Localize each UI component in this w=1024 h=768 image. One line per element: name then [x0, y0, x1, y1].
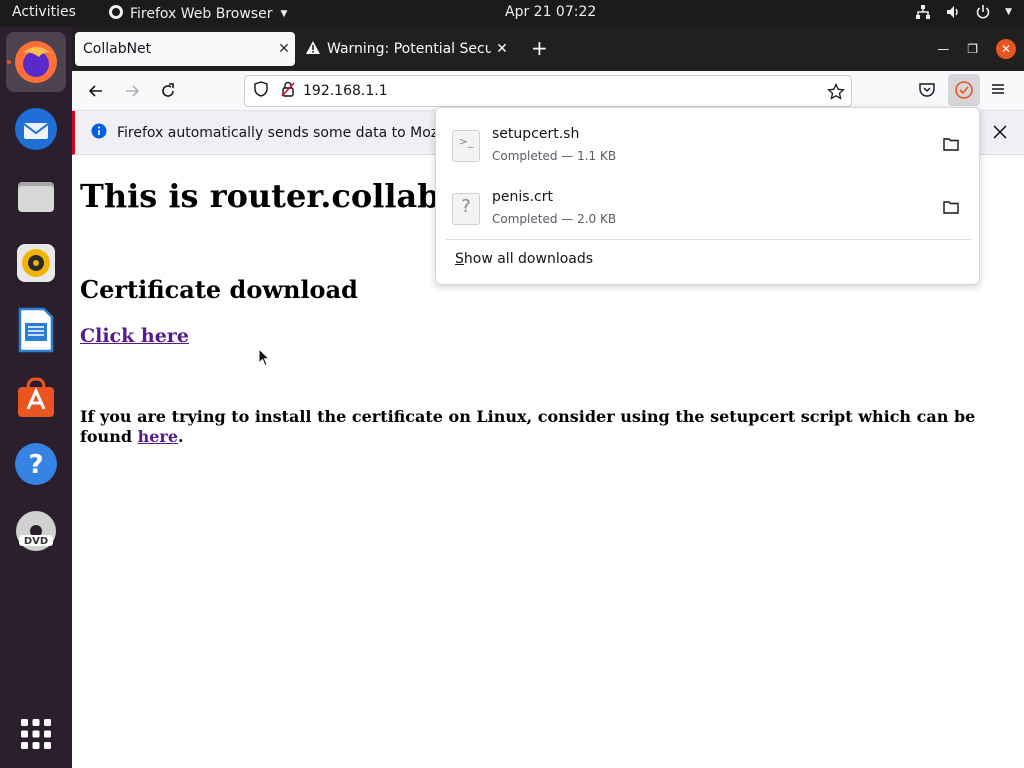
- clock[interactable]: Apr 21 07:22: [505, 4, 596, 20]
- bookmark-star-icon[interactable]: [827, 82, 845, 105]
- firefox-small-icon: [108, 4, 124, 24]
- gnome-top-bar: Activities Firefox Web Browser ▼ Apr 21 …: [0, 0, 1024, 27]
- running-indicator: [7, 60, 11, 64]
- show-all-label: how all downloads: [463, 251, 594, 267]
- tab-collabnet[interactable]: CollabNet ✕: [75, 32, 295, 66]
- dock-software-center[interactable]: [6, 367, 66, 427]
- download-filename: penis.crt: [492, 189, 553, 205]
- ubuntu-dock: ? DVD: [0, 27, 72, 768]
- url-bar[interactable]: 192.168.1.1: [244, 75, 852, 107]
- mouse-cursor-icon: [258, 347, 271, 371]
- info-icon: [91, 123, 107, 143]
- app-menu[interactable]: Firefox Web Browser ▼: [108, 4, 287, 24]
- activities-button[interactable]: Activities: [12, 4, 76, 20]
- certificate-download-link[interactable]: Click here: [80, 325, 189, 347]
- linux-install-note: If you are trying to install the certifi…: [80, 407, 1000, 447]
- url-text[interactable]: 192.168.1.1: [303, 83, 388, 99]
- app-menu-button[interactable]: [990, 81, 1006, 101]
- back-button[interactable]: [86, 81, 106, 101]
- system-tray[interactable]: ▼: [915, 4, 1012, 20]
- open-folder-icon[interactable]: [943, 136, 959, 155]
- script-file-icon: >_: [452, 130, 480, 162]
- dock-rhythmbox[interactable]: [6, 233, 66, 293]
- download-status: Completed — 2.0 KB: [492, 212, 617, 226]
- caret-down-icon: ▼: [1005, 7, 1012, 17]
- download-item[interactable]: ? penis.crt Completed — 2.0 KB: [436, 179, 979, 237]
- writer-icon: [18, 307, 54, 353]
- back-arrow-icon: [88, 85, 102, 97]
- tab-warning[interactable]: Warning: Potential Securi ✕: [299, 32, 513, 66]
- tab-bar: CollabNet ✕ Warning: Potential Securi ✕ …: [72, 27, 1024, 71]
- dock-firefox[interactable]: [6, 32, 66, 92]
- downloads-panel: >_ setupcert.sh Completed — 1.1 KB ? pen…: [435, 107, 980, 285]
- dock-dvd[interactable]: DVD: [6, 501, 66, 561]
- dock-files[interactable]: [6, 166, 66, 226]
- reload-button[interactable]: [158, 81, 178, 101]
- reload-icon: [162, 83, 174, 97]
- caret-down-icon: ▼: [280, 9, 288, 19]
- dock-help[interactable]: ?: [6, 434, 66, 494]
- tab-title: Warning: Potential Securi: [327, 41, 491, 57]
- page-heading: This is router.collab: [80, 177, 440, 215]
- dvd-icon: DVD: [16, 511, 56, 551]
- volume-icon: [945, 4, 961, 20]
- software-center-icon: [18, 377, 54, 417]
- app-grid-icon: [21, 719, 51, 749]
- help-icon: ?: [15, 443, 57, 485]
- warning-icon: [305, 40, 321, 59]
- new-tab-button[interactable]: +: [531, 38, 548, 58]
- power-icon: [975, 4, 991, 20]
- download-filename: setupcert.sh: [492, 126, 580, 142]
- downloads-button[interactable]: [948, 74, 980, 106]
- notification-text: Firefox automatically sends some data to…: [117, 124, 437, 141]
- insecure-lock-icon[interactable]: [281, 81, 295, 101]
- firefox-icon: [15, 41, 57, 83]
- forward-arrow-icon: [126, 85, 140, 97]
- pocket-button[interactable]: [918, 81, 936, 103]
- pocket-icon: [919, 83, 935, 97]
- forward-button[interactable]: [122, 81, 142, 101]
- dock-show-applications[interactable]: [6, 704, 66, 764]
- minimize-button[interactable]: —: [937, 42, 949, 56]
- navigation-toolbar: 192.168.1.1: [72, 71, 1024, 111]
- maximize-button[interactable]: ❐: [967, 42, 978, 56]
- access-key: S: [455, 251, 464, 267]
- download-status: Completed — 1.1 KB: [492, 149, 617, 163]
- certificate-download-heading: Certificate download: [80, 275, 358, 304]
- show-all-downloads-button[interactable]: Show all downloads: [455, 251, 593, 267]
- svg-text:DVD: DVD: [24, 536, 48, 547]
- note-end: .: [178, 427, 184, 446]
- download-item[interactable]: >_ setupcert.sh Completed — 1.1 KB: [436, 116, 979, 174]
- app-menu-label: Firefox Web Browser: [130, 6, 273, 22]
- thunderbird-icon: [15, 108, 57, 150]
- tracking-shield-icon[interactable]: [253, 81, 269, 101]
- setupcert-script-link[interactable]: here: [138, 427, 178, 446]
- files-icon: [18, 182, 54, 212]
- note-text: If you are trying to install the certifi…: [80, 407, 976, 446]
- svg-text:?: ?: [28, 450, 43, 480]
- dock-thunderbird[interactable]: [6, 99, 66, 159]
- tab-close-icon[interactable]: ✕: [491, 41, 513, 57]
- rhythmbox-icon: [17, 244, 55, 282]
- hamburger-icon: [992, 84, 1004, 94]
- download-complete-icon: [955, 81, 973, 99]
- window-controls: — ❐ ✕: [937, 39, 1016, 59]
- dock-libreoffice-writer[interactable]: [6, 300, 66, 360]
- close-window-button[interactable]: ✕: [996, 39, 1016, 59]
- tab-title: CollabNet: [83, 41, 152, 57]
- network-icon: [915, 4, 931, 20]
- tab-close-icon[interactable]: ✕: [273, 41, 295, 57]
- notification-close-icon[interactable]: [992, 124, 1008, 144]
- unknown-file-icon: ?: [452, 193, 480, 225]
- panel-separator: [446, 239, 971, 240]
- open-folder-icon[interactable]: [943, 199, 959, 218]
